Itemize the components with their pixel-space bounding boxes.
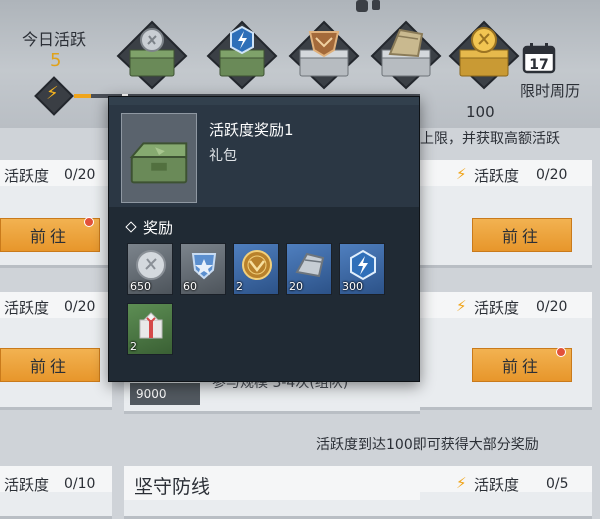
energy-bolt-icon[interactable]: 300 xyxy=(339,243,385,295)
activity-points-value: 0/20 xyxy=(536,167,568,183)
go-button[interactable]: 前往 xyxy=(472,218,572,252)
steel-plate-icon[interactable]: 20 xyxy=(286,243,332,295)
activity-points-label: 活跃度 xyxy=(474,167,520,185)
item-count: 300 xyxy=(342,280,363,293)
top-decoration xyxy=(356,0,368,12)
milestone-value: 100 xyxy=(466,103,495,121)
task-title: 坚守防线 xyxy=(134,476,211,498)
activity-points-value: 0/10 xyxy=(64,476,96,492)
activity-hint: 活跃度到达100即可获得大部分奖励 xyxy=(316,437,539,453)
notification-dot xyxy=(84,217,94,227)
item-count: 60 xyxy=(183,280,197,293)
daily-activity-value: 5 xyxy=(50,50,62,71)
activity-points-label: 活跃度 xyxy=(4,299,50,317)
activity-points-value: 0/5 xyxy=(546,476,569,492)
activity-points-label: 活跃度 xyxy=(4,476,50,494)
blue-chest-icon[interactable] xyxy=(206,20,278,90)
top-decoration xyxy=(372,0,380,10)
bolt-icon: ⚡ xyxy=(456,165,467,183)
item-count: 2 xyxy=(130,340,137,353)
reward-count: 9000 xyxy=(136,387,167,401)
gift-pack-icon xyxy=(121,113,197,203)
activity-points-value: 0/20 xyxy=(64,167,96,183)
bolt-icon: ⚡ xyxy=(46,83,59,104)
calendar-icon[interactable]: 17 xyxy=(522,42,556,74)
calendar-day: 17 xyxy=(529,57,548,73)
activity-points-label: 活跃度 xyxy=(4,167,50,185)
activity-points-value: 0/20 xyxy=(536,299,568,315)
activity-progress-fill xyxy=(74,94,92,98)
daily-activity-label: 今日活跃 xyxy=(22,30,87,49)
rewards-heading: 奖励 xyxy=(143,219,174,237)
diamond-bullet-icon xyxy=(125,221,137,233)
silver-chest-icon[interactable] xyxy=(116,20,188,90)
reward-tooltip: 活跃度奖励1 礼包 奖励 650 60 2 20 300 2 xyxy=(108,96,420,382)
activity-points-label: 活跃度 xyxy=(474,299,520,317)
task-hint: 上限，并获取高额活跃 xyxy=(420,131,560,147)
blue-shield-icon[interactable]: 60 xyxy=(180,243,226,295)
bolt-icon: ⚡ xyxy=(456,297,467,315)
notification-dot xyxy=(556,347,566,357)
bolt-icon: ⚡ xyxy=(456,474,467,492)
item-count: 2 xyxy=(236,280,243,293)
item-count: 650 xyxy=(130,280,151,293)
activity-points-label: 活跃度 xyxy=(474,476,520,494)
silver-coin-icon[interactable]: 650 xyxy=(127,243,173,295)
calendar-label[interactable]: 限时周历 xyxy=(520,80,580,101)
armor-chest-icon[interactable] xyxy=(370,20,442,90)
tooltip-header: 活跃度奖励1 礼包 xyxy=(109,105,419,207)
gold-medal-icon[interactable]: 2 xyxy=(233,243,279,295)
tooltip-title: 活跃度奖励1 xyxy=(209,121,294,139)
activity-points-value: 0/20 xyxy=(64,299,96,315)
bronze-chest-icon[interactable] xyxy=(288,20,360,90)
gold-chest-icon[interactable] xyxy=(448,20,520,90)
tooltip-subtitle: 礼包 xyxy=(209,148,237,164)
item-count: 20 xyxy=(289,280,303,293)
reward-item: 9000 xyxy=(130,383,200,405)
gift-box-icon[interactable]: 2 xyxy=(127,303,173,355)
go-button[interactable]: 前往 xyxy=(0,348,100,382)
